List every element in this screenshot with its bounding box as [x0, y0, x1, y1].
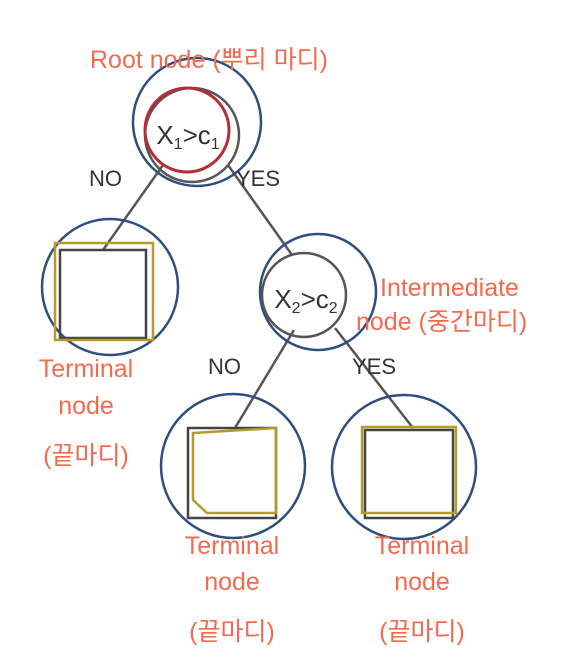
- terminal-right-label-line3: (끝마디): [379, 618, 465, 646]
- mid-cond-var-sub: 2: [291, 300, 301, 317]
- terminal-mid-label-line2: node: [204, 568, 260, 596]
- edge-label-mid-no: NO: [208, 354, 241, 379]
- intermediate-label-line2: node (중간마디): [356, 308, 528, 336]
- terminal-right-square-dark: [363, 428, 455, 520]
- edge-label-mid-yes: YES: [352, 354, 397, 379]
- root-cond-var: X: [156, 120, 174, 150]
- decision-tree-diagram: Root node (뿌리 마디) X1>c1 NO YES NO YES X2…: [0, 0, 586, 654]
- root-node-condition: X1>c1: [156, 122, 219, 153]
- edge-label-root-yes: YES: [236, 166, 281, 191]
- mid-cond-op: >c: [300, 284, 329, 314]
- terminal-mid-square-dark: [186, 426, 278, 520]
- intermediate-node-condition: X2>c2: [274, 286, 337, 317]
- terminal-left-square-dark: [58, 248, 148, 340]
- root-node-label: Root node (뿌리 마디): [90, 46, 328, 74]
- mid-cond-var: X: [274, 284, 292, 314]
- terminal-left-label-line1: Terminal: [38, 355, 134, 383]
- terminal-right-label-line1: Terminal: [374, 532, 470, 560]
- edge-label-root-no: NO: [89, 166, 122, 191]
- terminal-mid-square-gold: [191, 426, 278, 515]
- terminal-mid-outer-circle: [159, 392, 307, 540]
- root-cond-var-sub: 1: [173, 136, 183, 153]
- terminal-left-square-gold: [53, 241, 155, 342]
- terminal-mid-label-line3: (끝마디): [189, 618, 275, 646]
- intermediate-label-line1: Intermediate: [380, 274, 519, 302]
- terminal-right-label-line2: node: [394, 568, 450, 596]
- terminal-left-label-line3: (끝마디): [43, 442, 129, 470]
- terminal-left-label-line2: node: [58, 392, 114, 420]
- root-cond-op: >c: [182, 120, 211, 150]
- edge-intermediate-to-mid-terminal: [233, 329, 296, 429]
- root-cond-const-sub: 1: [210, 136, 220, 153]
- terminal-right-square-gold: [360, 425, 458, 515]
- mid-cond-const-sub: 2: [328, 300, 338, 317]
- terminal-mid-label-line1: Terminal: [184, 532, 280, 560]
